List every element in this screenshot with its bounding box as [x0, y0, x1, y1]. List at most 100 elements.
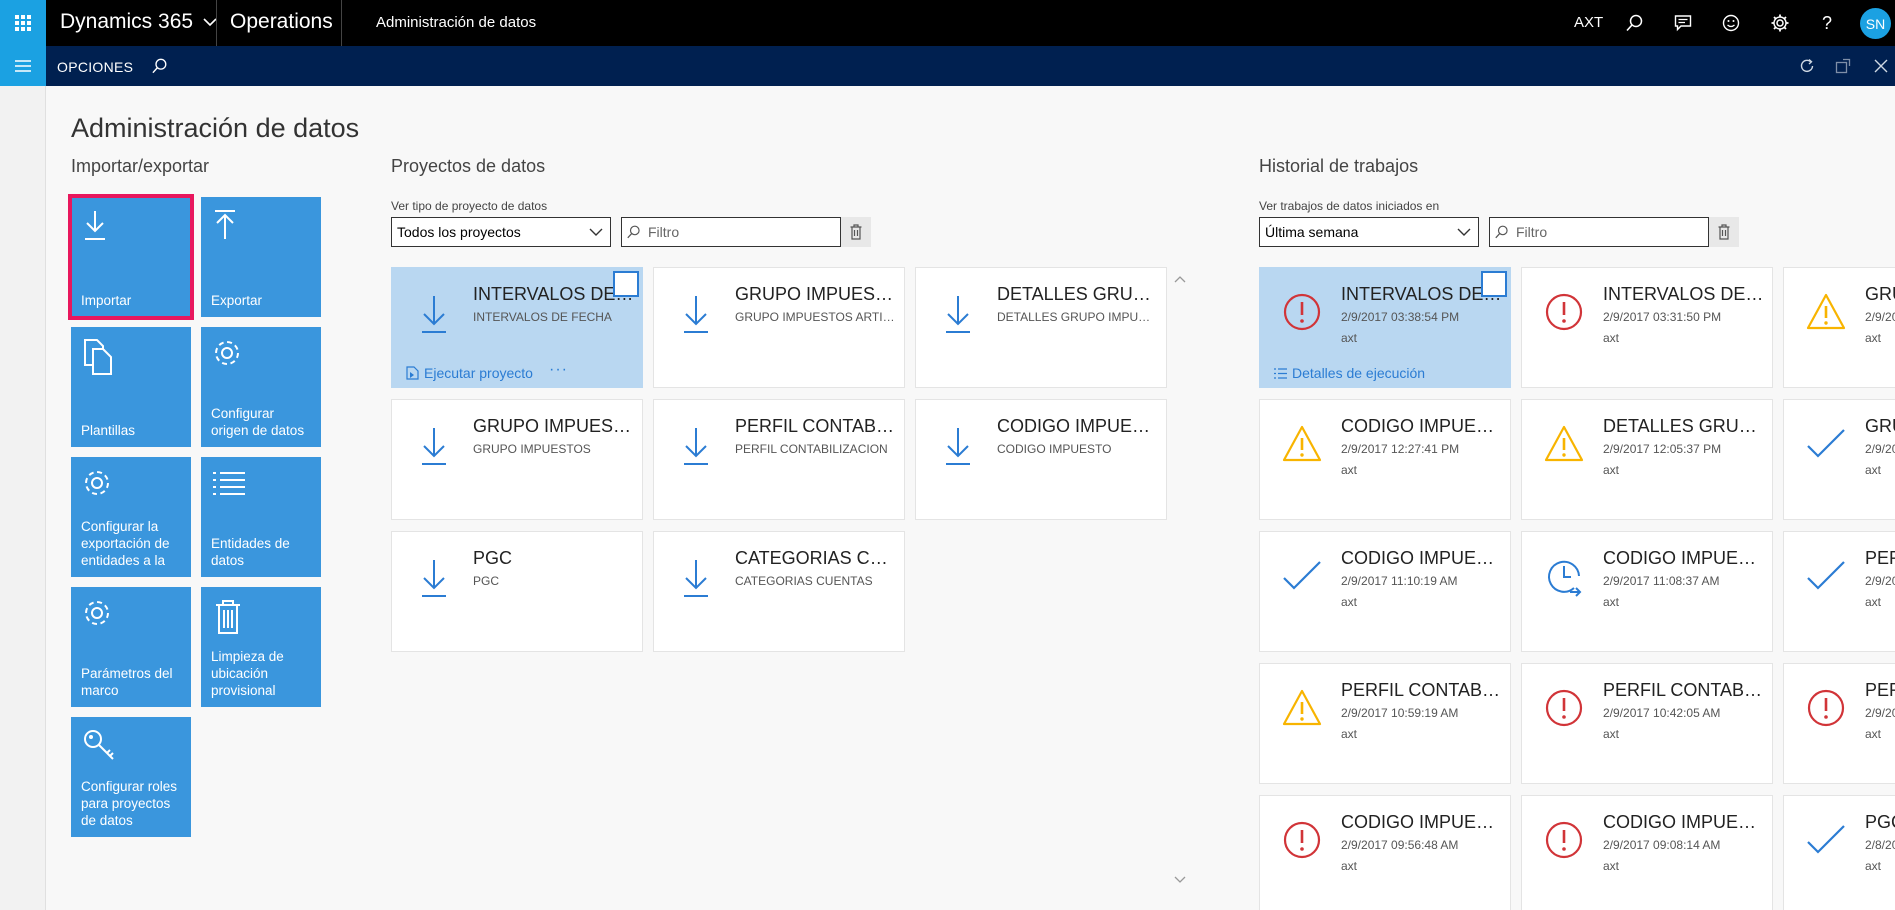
job-date: 2/9/2017 10:42:05 AM — [1603, 706, 1721, 720]
page-title: Administración de datos — [71, 113, 360, 143]
tile-label: Configurar la exportación de entidades a… — [81, 519, 170, 568]
left-rail — [0, 86, 46, 910]
job-card[interactable]: CODIGO IMPUESTO 2/9/2017 11:08:37 AM axt — [1521, 531, 1773, 652]
scroll-down-icon[interactable] — [1173, 873, 1187, 887]
job-card[interactable]: PERFIL CONTABILIZACION 2/9/2017 10:42:05… — [1521, 663, 1773, 784]
job-card[interactable]: PGC 2/8/2017 axt — [1783, 795, 1895, 910]
avatar[interactable]: SN — [1860, 8, 1891, 39]
job-user: axt — [1341, 463, 1358, 477]
history-filter-input[interactable]: Filtro — [1489, 217, 1709, 247]
refresh-icon[interactable] — [1795, 54, 1819, 78]
project-card[interactable]: GRUPO IMPUESTOS ARTICULOS GRUPO IMPUESTO… — [653, 267, 905, 388]
gear-icon[interactable] — [1768, 11, 1792, 35]
select-checkbox[interactable] — [613, 271, 639, 297]
project-card[interactable]: PGC PGC — [391, 531, 643, 652]
chevron-down-icon — [1457, 228, 1471, 236]
tile-label: Exportar — [211, 293, 263, 308]
job-date: 2/9/2017 12:05:37 PM — [1603, 442, 1722, 456]
export-tile[interactable]: Exportar — [201, 197, 321, 317]
job-card[interactable]: PERFIL CONTABILIZACION 2/9/2017 10:59:19… — [1259, 663, 1511, 784]
job-card[interactable]: DETALLES GRUPO IMPUESTOS 2/9/2017 12:05:… — [1521, 399, 1773, 520]
project-card[interactable]: CODIGO IMPUESTO CODIGO IMPUESTO — [915, 399, 1167, 520]
job-card[interactable]: INTERVALOS DE FECHA 2/9/2017 03:31:50 PM… — [1521, 267, 1773, 388]
job-user: axt — [1341, 331, 1358, 345]
error-icon — [1283, 821, 1321, 859]
run-project-link[interactable]: Ejecutar proyecto — [406, 365, 533, 381]
job-date: 2/9/2017 09:56:48 AM — [1341, 838, 1459, 852]
company-picker[interactable]: AXT — [1574, 14, 1603, 31]
project-entity: PGC — [473, 574, 500, 588]
execution-details-link[interactable]: Detalles de ejecución — [1274, 365, 1425, 381]
job-card[interactable]: INTERVALOS DE FECHA 2/9/2017 03:38:54 PM… — [1259, 267, 1511, 388]
project-card[interactable]: DETALLES GRUPO IMPUESTOS DETALLES GRUPO … — [915, 267, 1167, 388]
job-card[interactable]: PERFIL CONTABILIZACION 2/9/2017 axt — [1783, 663, 1895, 784]
job-card[interactable]: GRUPO IMPUESTOS 2/9/2017 axt — [1783, 267, 1895, 388]
import-tile[interactable]: Importar — [68, 194, 194, 320]
project-title: CATEGORIAS CUENTAS — [735, 548, 896, 568]
options-tab[interactable]: OPCIONES — [57, 59, 133, 75]
job-date: 2/9/2017 — [1865, 442, 1895, 456]
error-icon — [1545, 293, 1583, 331]
run-project-label: Ejecutar proyecto — [424, 365, 533, 381]
chevron-down-icon — [589, 228, 603, 236]
search-icon[interactable] — [1623, 11, 1647, 35]
download-icon — [684, 560, 708, 597]
job-card[interactable]: PERFIL CONTABILIZACION 2/9/2017 axt — [1783, 531, 1895, 652]
job-user: axt — [1865, 859, 1882, 873]
feedback-smiley-icon[interactable] — [1719, 11, 1743, 35]
job-user: axt — [1341, 595, 1358, 609]
open-new-window-icon[interactable] — [1831, 54, 1855, 78]
job-card[interactable]: CODIGO IMPUESTO 2/9/2017 12:27:41 PM axt — [1259, 399, 1511, 520]
projects-filter-input[interactable]: Filtro — [621, 217, 841, 247]
job-title: PERFIL CONTABILIZACION — [1603, 680, 1764, 700]
help-icon[interactable]: ? — [1815, 11, 1839, 35]
configure-entity-export-tile[interactable]: Configurar la exportación de entidades a… — [71, 457, 191, 577]
filter-placeholder: Filtro — [1516, 224, 1548, 240]
check-icon — [1807, 825, 1845, 854]
templates-tile[interactable]: Plantillas — [71, 327, 191, 447]
execution-details-label: Detalles de ejecución — [1292, 365, 1426, 381]
warning-icon — [1544, 425, 1584, 462]
download-icon — [422, 560, 446, 597]
job-date: 2/9/2017 11:10:19 AM — [1341, 574, 1458, 588]
search-icon[interactable] — [148, 54, 172, 78]
job-card[interactable]: CODIGO IMPUESTO 2/9/2017 09:08:14 AM axt — [1521, 795, 1773, 910]
close-icon[interactable] — [1869, 54, 1893, 78]
navigation-menu-icon[interactable] — [0, 46, 46, 86]
download-icon — [946, 428, 970, 465]
project-card[interactable]: PERFIL CONTABILIZACION PERFIL CONTABILIZ… — [653, 399, 905, 520]
job-date: 2/9/2017 03:38:54 PM — [1341, 310, 1460, 324]
clear-filter-trash-icon[interactable] — [1709, 217, 1739, 247]
project-type-select[interactable]: Todos los proyectos — [391, 217, 611, 247]
configure-roles-tile[interactable]: Configurar roles para proyectos de datos — [71, 717, 191, 837]
project-card[interactable]: CATEGORIAS CUENTAS CATEGORIAS CUENTAS — [653, 531, 905, 652]
module-name[interactable]: Operations — [230, 10, 333, 34]
selected-value: Todos los proyectos — [397, 224, 521, 240]
job-date: 2/9/2017 — [1865, 706, 1895, 720]
project-card[interactable]: INTERVALOS DE FECHA INTERVALOS DE FECHA … — [391, 267, 643, 388]
project-title: PGC — [473, 548, 513, 568]
project-card[interactable]: GRUPO IMPUESTOS GRUPO IMPUESTOS — [391, 399, 643, 520]
tile-label: Configurar roles para proyectos de datos — [81, 779, 178, 828]
job-card[interactable]: GRUPO IMPUESTOS 2/9/2017 axt — [1783, 399, 1895, 520]
messages-icon[interactable] — [1671, 11, 1695, 35]
configure-data-source-tile[interactable]: Configurar origen de datos — [201, 327, 321, 447]
job-date: 2/9/2017 09:08:14 AM — [1603, 838, 1721, 852]
job-card[interactable]: CODIGO IMPUESTO 2/9/2017 11:10:19 AM axt — [1259, 531, 1511, 652]
project-title: INTERVALOS DE FECHA — [473, 284, 634, 304]
data-entities-tile[interactable]: Entidades de datos — [201, 457, 321, 577]
product-switcher[interactable]: Dynamics 365 — [60, 10, 217, 34]
job-range-select[interactable]: Última semana — [1259, 217, 1479, 247]
download-icon — [422, 296, 446, 333]
framework-parameters-tile[interactable]: Parámetros del marco — [71, 587, 191, 707]
job-card[interactable]: CODIGO IMPUESTO 2/9/2017 09:56:48 AM axt — [1259, 795, 1511, 910]
scroll-up-icon[interactable] — [1173, 272, 1187, 286]
list-icon — [213, 472, 245, 495]
app-launcher-icon[interactable] — [0, 0, 46, 46]
more-options-button[interactable]: ··· — [549, 361, 568, 379]
staging-cleanup-tile[interactable]: Limpieza de ubicación provisional — [201, 587, 321, 707]
select-checkbox[interactable] — [1481, 271, 1507, 297]
job-date: 2/9/2017 10:59:19 AM — [1341, 706, 1459, 720]
clear-filter-trash-icon[interactable] — [841, 217, 871, 247]
warning-icon — [1806, 293, 1846, 330]
